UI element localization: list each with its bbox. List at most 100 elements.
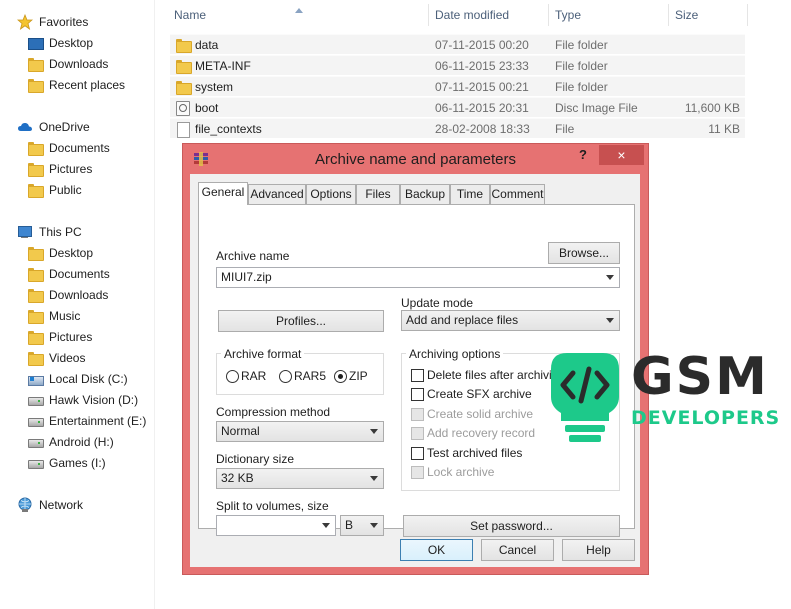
nav-drive-e[interactable]: Entertainment (E:) — [27, 411, 146, 431]
column-separator[interactable] — [428, 4, 429, 26]
column-separator[interactable] — [548, 4, 549, 26]
downloads-folder-icon — [27, 287, 44, 303]
nav-favorites[interactable]: Favorites — [16, 12, 89, 32]
drive-icon — [27, 455, 44, 471]
nav-this-pc[interactable]: This PC — [17, 222, 82, 242]
lock-archive-label: Lock archive — [427, 465, 495, 479]
nav-network[interactable]: Network — [17, 495, 83, 515]
create-solid-checkbox — [411, 408, 424, 421]
create-sfx-checkbox[interactable] — [411, 388, 424, 401]
file-date: 07-11-2015 00:20 — [435, 38, 529, 52]
nav-drive-h[interactable]: Android (H:) — [27, 432, 114, 452]
folder-icon — [175, 58, 192, 74]
documents-folder-icon — [27, 266, 44, 282]
file-row[interactable]: file_contexts 28-02-2008 18:33 File 11 K… — [170, 118, 745, 138]
archive-name-value: MIUI7.zip — [221, 270, 272, 284]
file-size: 11,600 KB — [684, 101, 740, 115]
nav-onedrive[interactable]: OneDrive — [17, 117, 90, 137]
ok-button[interactable]: OK — [400, 539, 473, 561]
nav-this-pc-label: This PC — [39, 225, 82, 239]
set-password-button[interactable]: Set password... — [403, 515, 620, 537]
compression-method-select[interactable]: Normal — [216, 421, 384, 442]
test-archived-label[interactable]: Test archived files — [427, 446, 522, 460]
nav-pc-music[interactable]: Music — [27, 306, 80, 326]
file-size: 11 KB — [708, 122, 740, 136]
help-title-button[interactable]: ? — [569, 145, 597, 165]
file-row[interactable]: system 07-11-2015 00:21 File folder — [170, 76, 745, 96]
nav-onedrive-documents[interactable]: Documents — [27, 138, 110, 158]
split-unit-select[interactable]: B — [340, 515, 384, 536]
test-archived-checkbox[interactable] — [411, 447, 424, 460]
nav-favorites-desktop[interactable]: Desktop — [27, 33, 93, 53]
close-button[interactable]: × — [599, 145, 644, 165]
nav-pc-desktop[interactable]: Desktop — [27, 243, 93, 263]
file-type: File folder — [555, 59, 608, 73]
profiles-button[interactable]: Profiles... — [218, 310, 384, 332]
nav-drive-c[interactable]: Local Disk (C:) — [27, 369, 128, 389]
nav-item-label: Documents — [49, 141, 110, 155]
dialog-title-bar[interactable]: Archive name and parameters ? × — [183, 144, 648, 174]
column-header-type[interactable]: Type — [555, 8, 581, 26]
nav-onedrive-pictures[interactable]: Pictures — [27, 159, 92, 179]
file-name: system — [195, 80, 234, 94]
compression-method-label: Compression method — [216, 405, 331, 419]
column-header-date[interactable]: Date modified — [435, 8, 509, 26]
file-name: file_contexts — [195, 122, 262, 136]
browse-button[interactable]: Browse... — [548, 242, 620, 264]
nav-favorites-label: Favorites — [39, 15, 89, 29]
split-volumes-input[interactable] — [216, 515, 336, 536]
column-header-size[interactable]: Size — [675, 8, 698, 26]
column-separator[interactable] — [747, 4, 748, 26]
dictionary-size-select[interactable]: 32 KB — [216, 468, 384, 489]
radio-zip-label[interactable]: ZIP — [349, 369, 368, 383]
drive-icon — [27, 392, 44, 408]
radio-rar5-label[interactable]: RAR5 — [294, 369, 326, 383]
radio-rar[interactable] — [226, 370, 239, 383]
column-header-name[interactable]: Name — [174, 8, 206, 26]
archive-format-label: Archive format — [221, 347, 305, 361]
delete-files-checkbox[interactable] — [411, 369, 424, 382]
chevron-down-icon — [370, 523, 378, 528]
tab-files[interactable]: Files — [356, 184, 400, 204]
tab-options[interactable]: Options — [306, 184, 356, 204]
file-row[interactable]: data 07-11-2015 00:20 File folder — [170, 34, 745, 54]
nav-pc-videos[interactable]: Videos — [27, 348, 85, 368]
pictures-folder-icon — [27, 329, 44, 345]
nav-drive-i[interactable]: Games (I:) — [27, 453, 106, 473]
create-solid-label: Create solid archive — [427, 407, 534, 421]
file-row[interactable]: META-INF 06-11-2015 23:33 File folder — [170, 55, 745, 75]
music-folder-icon — [27, 308, 44, 324]
update-mode-select[interactable]: Add and replace files — [401, 310, 620, 331]
drive-icon — [27, 434, 44, 450]
radio-rar5[interactable] — [279, 370, 292, 383]
nav-onedrive-public[interactable]: Public — [27, 180, 82, 200]
tab-general[interactable]: General — [198, 182, 248, 205]
radio-zip[interactable] — [334, 370, 347, 383]
file-date: 07-11-2015 00:21 — [435, 80, 529, 94]
computer-icon — [17, 224, 33, 240]
column-separator[interactable] — [668, 4, 669, 26]
tab-time[interactable]: Time — [450, 184, 490, 204]
navigation-pane: Favorites Desktop Downloads Recent place… — [0, 0, 155, 609]
tab-comment[interactable]: Comment — [490, 184, 545, 204]
nav-item-label: Videos — [49, 351, 86, 365]
nav-pc-documents[interactable]: Documents — [27, 264, 110, 284]
tab-backup[interactable]: Backup — [400, 184, 450, 204]
create-sfx-label[interactable]: Create SFX archive — [427, 387, 532, 401]
radio-rar-label[interactable]: RAR — [241, 369, 266, 383]
nav-favorites-downloads[interactable]: Downloads — [27, 54, 108, 74]
nav-drive-d[interactable]: Hawk Vision (D:) — [27, 390, 138, 410]
chevron-down-icon — [322, 523, 330, 528]
cancel-button[interactable]: Cancel — [481, 539, 554, 561]
file-date: 06-11-2015 20:31 — [435, 101, 529, 115]
nav-pc-pictures[interactable]: Pictures — [27, 327, 92, 347]
nav-favorites-recent-places[interactable]: Recent places — [27, 75, 125, 95]
chevron-down-icon — [370, 476, 378, 481]
help-button[interactable]: Help — [562, 539, 635, 561]
folder-icon — [27, 182, 44, 198]
file-row[interactable]: boot 06-11-2015 20:31 Disc Image File 11… — [170, 97, 745, 117]
archive-name-input[interactable]: MIUI7.zip — [216, 267, 620, 288]
tab-advanced[interactable]: Advanced — [248, 184, 306, 204]
folder-icon — [175, 37, 192, 53]
nav-pc-downloads[interactable]: Downloads — [27, 285, 108, 305]
